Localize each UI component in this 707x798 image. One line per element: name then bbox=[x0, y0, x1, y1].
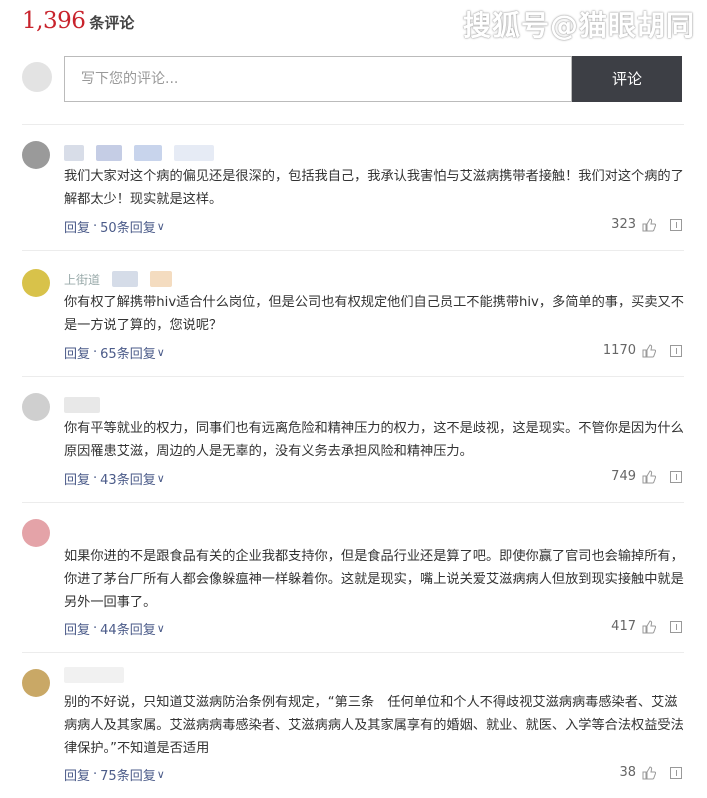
report-icon[interactable] bbox=[670, 470, 682, 483]
comment-list: 我们大家对这个病的偏见还是很深的，包括我自己，我承认我害怕与艾滋病携带者接触！我… bbox=[22, 124, 684, 798]
avatar[interactable] bbox=[22, 269, 50, 297]
comment-text: 我们大家对这个病的偏见还是很深的，包括我自己，我承认我害怕与艾滋病携带者接触！我… bbox=[64, 169, 684, 207]
chevron-down-icon: ∨ bbox=[156, 622, 165, 635]
comment-actions: 回复 · 50条回复 ∨ bbox=[64, 217, 165, 236]
comment-actions: 回复 · 44条回复 ∨ bbox=[64, 619, 165, 638]
reply-link[interactable]: 回复 bbox=[64, 217, 90, 236]
thumbs-up-icon[interactable] bbox=[642, 343, 656, 358]
comment-count-header: 1,396 条评论 bbox=[22, 8, 134, 38]
username[interactable] bbox=[64, 145, 214, 161]
comment-item: 上街道 你有权了解携带hiv适合什么岗位，但是公司也有权规定他们自己员工不能携带… bbox=[22, 250, 684, 376]
report-icon[interactable] bbox=[670, 766, 682, 779]
avatar[interactable] bbox=[22, 141, 50, 169]
reply-link[interactable]: 回复 bbox=[64, 343, 90, 362]
report-icon[interactable] bbox=[670, 620, 682, 633]
username[interactable] bbox=[64, 667, 124, 683]
chevron-down-icon: ∨ bbox=[156, 768, 165, 781]
comment-text: 如果你进的不是跟食品有关的企业我都支持你，但是食品行业还是算了吧。即使你赢了官司… bbox=[64, 549, 684, 610]
avatar[interactable] bbox=[22, 669, 50, 697]
submit-comment-button[interactable]: 评论 bbox=[572, 56, 682, 102]
avatar[interactable] bbox=[22, 393, 50, 421]
thumbs-up-icon[interactable] bbox=[642, 217, 656, 232]
replies-toggle[interactable]: 44条回复 bbox=[100, 619, 156, 638]
comment-item: 我们大家对这个病的偏见还是很深的，包括我自己，我承认我害怕与艾滋病携带者接触！我… bbox=[22, 124, 684, 250]
comment-actions: 回复 · 65条回复 ∨ bbox=[64, 343, 165, 362]
replies-toggle[interactable]: 50条回复 bbox=[100, 217, 156, 236]
avatar bbox=[22, 62, 52, 92]
like-count: 323 bbox=[611, 217, 636, 232]
comment-compose: 写下您的评论... 评论 bbox=[22, 56, 684, 102]
report-icon[interactable] bbox=[670, 218, 682, 231]
thumbs-up-icon[interactable] bbox=[642, 469, 656, 484]
comment-actions: 回复 · 43条回复 ∨ bbox=[64, 469, 165, 488]
watermark: 搜狐号@猫眼胡同 bbox=[462, 9, 695, 42]
username[interactable] bbox=[64, 397, 100, 413]
reply-link[interactable]: 回复 bbox=[64, 619, 90, 638]
thumbs-up-icon[interactable] bbox=[642, 619, 656, 634]
replies-toggle[interactable]: 75条回复 bbox=[100, 765, 156, 784]
comment-text: 你有平等就业的权力，同事们也有远离危险和精神压力的权力，这不是歧视，这是现实。不… bbox=[64, 421, 684, 459]
like-count: 1170 bbox=[602, 343, 636, 358]
avatar[interactable] bbox=[22, 519, 50, 547]
like-count: 749 bbox=[611, 469, 636, 484]
chevron-down-icon: ∨ bbox=[156, 220, 165, 233]
comment-item: 如果你进的不是跟食品有关的企业我都支持你，但是食品行业还是算了吧。即使你赢了官司… bbox=[22, 502, 684, 652]
thumbs-up-icon[interactable] bbox=[642, 765, 656, 780]
reply-link[interactable]: 回复 bbox=[64, 765, 90, 784]
comment-count-label: 条评论 bbox=[89, 14, 135, 32]
like-count: 417 bbox=[611, 619, 636, 634]
chevron-down-icon: ∨ bbox=[156, 472, 165, 485]
chevron-down-icon: ∨ bbox=[156, 346, 165, 359]
comment-count: 1,396 bbox=[22, 8, 86, 34]
comment-input[interactable]: 写下您的评论... bbox=[64, 56, 572, 102]
replies-toggle[interactable]: 65条回复 bbox=[100, 343, 156, 362]
comment-text: 别的不好说，只知道艾滋病防治条例有规定，“第三条 任何单位和个人不得歧视艾滋病病… bbox=[64, 695, 684, 756]
report-icon[interactable] bbox=[670, 344, 682, 357]
comment-actions: 回复 · 75条回复 ∨ bbox=[64, 765, 165, 784]
replies-toggle[interactable]: 43条回复 bbox=[100, 469, 156, 488]
comment-item: 你有平等就业的权力，同事们也有远离危险和精神压力的权力，这不是歧视，这是现实。不… bbox=[22, 376, 684, 502]
comment-text: 你有权了解携带hiv适合什么岗位，但是公司也有权规定他们自己员工不能携带hiv，… bbox=[64, 295, 684, 333]
comment-item: 别的不好说，只知道艾滋病防治条例有规定，“第三条 任何单位和个人不得歧视艾滋病病… bbox=[22, 652, 684, 798]
username[interactable]: 上街道 bbox=[64, 271, 173, 287]
reply-link[interactable]: 回复 bbox=[64, 469, 90, 488]
like-count: 38 bbox=[619, 765, 636, 780]
